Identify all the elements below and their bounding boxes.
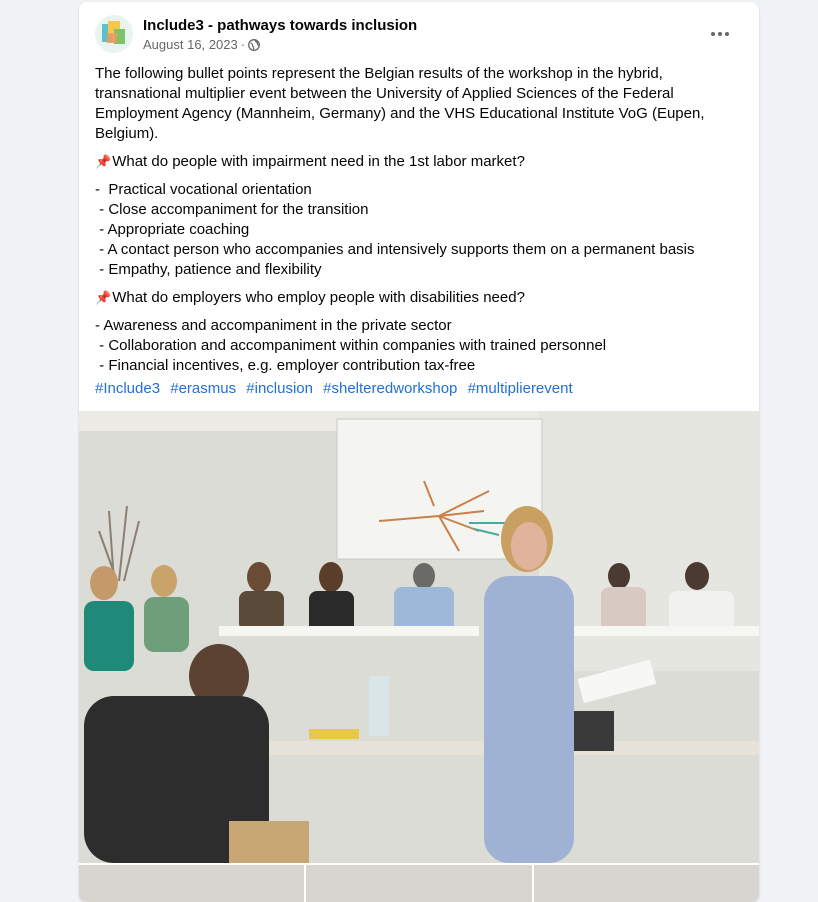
- list-item: - Appropriate coaching: [95, 221, 250, 238]
- list-item: - Awareness and accompaniment in the pri…: [95, 317, 452, 334]
- more-options-dot: [725, 32, 729, 36]
- post-photo[interactable]: [79, 411, 759, 863]
- pushpin-icon: 📌: [95, 290, 112, 305]
- answers-1-list: - Practical vocational orientation - Clo…: [95, 180, 735, 280]
- list-item: - Financial incentives, e.g. employer co…: [95, 357, 476, 374]
- post-date[interactable]: August 16, 2023: [143, 37, 238, 52]
- page-avatar[interactable]: [95, 15, 133, 53]
- question-2: 📌 What do employers who employ people wi…: [95, 288, 735, 308]
- workshop-photo: [79, 411, 759, 863]
- list-item: - Close accompaniment for the transition: [95, 201, 369, 218]
- list-item: - Practical vocational orientation: [95, 181, 312, 198]
- more-options-icon: [711, 32, 715, 36]
- post-body: The following bullet points represent th…: [95, 64, 735, 384]
- question-1: 📌 What do people with impairment need in…: [95, 152, 735, 172]
- question-2-text: What do employers who employ people with…: [112, 289, 525, 306]
- list-item: - A contact person who accompanies and i…: [95, 241, 695, 258]
- post-header: Include3 - pathways towards inclusion Au…: [95, 14, 743, 54]
- thumbnail[interactable]: [79, 865, 305, 902]
- post-author[interactable]: Include3 - pathways towards inclusion: [143, 17, 417, 34]
- photo-thumbnails: [79, 865, 759, 902]
- hashtag-link[interactable]: #erasmus: [170, 380, 236, 397]
- globe-icon[interactable]: [248, 38, 260, 51]
- post-card: Include3 - pathways towards inclusion Au…: [79, 2, 759, 902]
- post-meta: August 16, 2023 ·: [143, 37, 260, 52]
- hashtag-link[interactable]: #Include3: [95, 380, 160, 397]
- thumbnail[interactable]: [306, 865, 532, 902]
- hashtag-link[interactable]: #inclusion: [246, 380, 313, 397]
- include3-logo: [95, 15, 133, 53]
- question-1-text: What do people with impairment need in t…: [112, 153, 525, 170]
- hashtag-link[interactable]: #shelteredworkshop: [323, 380, 457, 397]
- hashtags: #Include3 #erasmus #inclusion #sheltered…: [95, 380, 579, 397]
- hashtag-link[interactable]: #multiplierevent: [468, 380, 573, 397]
- list-item: - Collaboration and accompaniment within…: [95, 337, 607, 354]
- meta-separator: ·: [240, 37, 246, 52]
- more-options-button[interactable]: [705, 22, 735, 46]
- post-intro: The following bullet points represent th…: [95, 65, 705, 142]
- pushpin-icon: 📌: [95, 154, 112, 169]
- answers-2-list: - Awareness and accompaniment in the pri…: [95, 316, 735, 376]
- list-item: - Empathy, patience and flexibility: [95, 261, 322, 278]
- thumbnail[interactable]: [533, 865, 759, 902]
- more-options-dot: [718, 32, 722, 36]
